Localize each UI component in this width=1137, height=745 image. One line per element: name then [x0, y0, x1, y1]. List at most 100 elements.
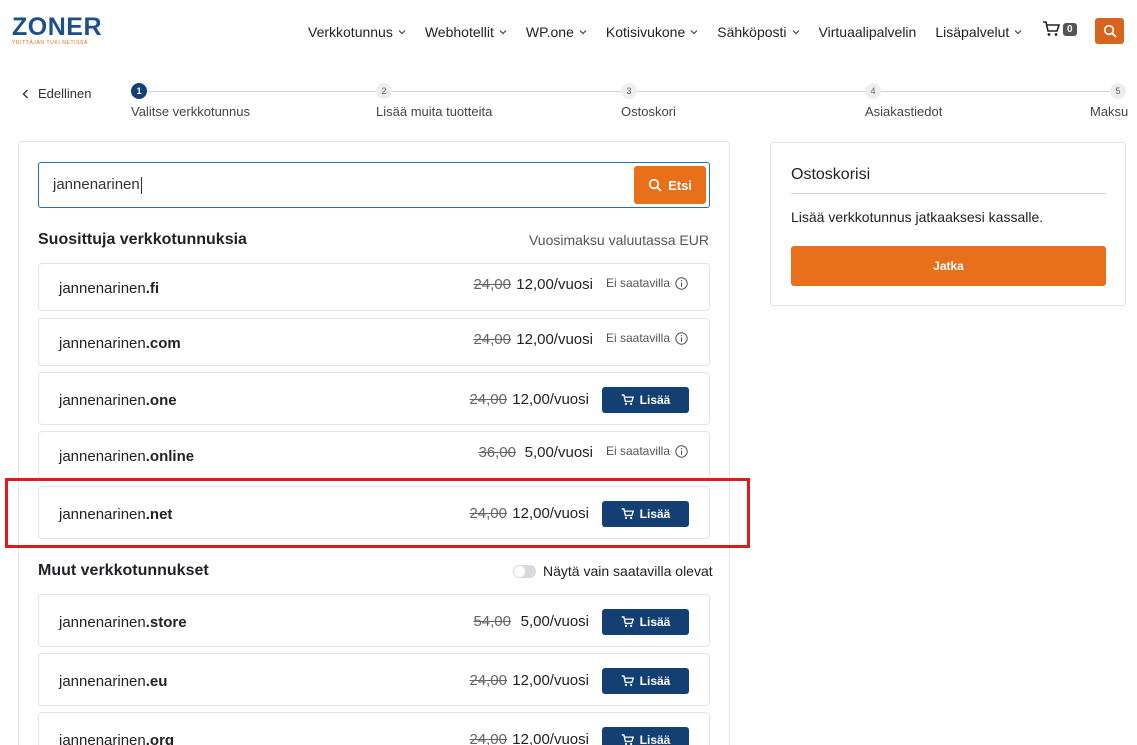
domain-row: jannenarinen.org 24,00 12,00/vuosi Lisää — [38, 712, 710, 745]
nav-item-virtuaalipalvelin[interactable]: Virtuaalipalvelin — [819, 24, 917, 40]
nav-item-s-hk-posti[interactable]: Sähköposti — [717, 24, 799, 40]
add-button-label: Lisää — [639, 615, 671, 629]
nav-item-label: Kotisivukone — [605, 24, 686, 40]
chevron-down-icon — [1014, 30, 1022, 35]
info-icon[interactable] — [675, 444, 688, 458]
domain-row: jannenarinen.one 24,00 12,00/vuosi Lisää — [38, 372, 710, 425]
domain-name: jannenarinen.one — [59, 392, 177, 409]
step-3-indicator: 3 — [621, 83, 637, 99]
domain-base: jannenarinen — [59, 732, 146, 745]
nav-item-wp-one[interactable]: WP.one — [526, 24, 587, 40]
other-section-title: Muut verkkotunnukset — [38, 562, 209, 579]
domain-base: jannenarinen — [59, 614, 146, 631]
chevron-down-icon — [398, 30, 406, 35]
unavailable-status: Ei saatavilla — [606, 444, 688, 458]
domain-base: jannenarinen — [59, 392, 146, 409]
step-connector — [147, 91, 376, 92]
back-label: Edellinen — [38, 86, 92, 101]
nav-item-label: Sähköposti — [717, 24, 787, 40]
chevron-down-icon — [690, 30, 698, 35]
cart-icon — [621, 675, 634, 687]
nav-item-lis-palvelut[interactable]: Lisäpalvelut — [935, 24, 1022, 40]
discount-price: 12,00/vuosi — [512, 391, 589, 408]
nav-item-kotisivukone[interactable]: Kotisivukone — [606, 24, 698, 40]
search-input[interactable]: jannenarinen — [53, 176, 142, 194]
add-to-cart-button[interactable]: Lisää — [602, 609, 689, 635]
domain-search-field[interactable]: jannenarinen Etsi — [38, 162, 710, 208]
status-label: Ei saatavilla — [605, 276, 670, 290]
search-button[interactable]: Etsi — [634, 166, 706, 204]
discount-price: 5,00/vuosi — [524, 444, 593, 461]
nav-item-label: WP.one — [525, 24, 574, 40]
domain-base: jannenarinen — [59, 448, 146, 465]
continue-button[interactable]: Jatka — [791, 246, 1106, 286]
chevron-down-icon — [579, 30, 587, 35]
status-label: Ei saatavilla — [605, 331, 670, 345]
domain-name: jannenarinen.eu — [59, 673, 167, 690]
original-price: 24,00 — [469, 672, 507, 689]
add-to-cart-button[interactable]: Lisää — [602, 668, 689, 694]
site-header: ZONER YRITTÄJÄN TUKI NETISSÄ Verkkotunnu… — [0, 0, 1137, 62]
cart-icon — [1043, 21, 1060, 36]
cart-divider — [791, 193, 1106, 194]
cart-count-badge: 0 — [1063, 22, 1077, 36]
info-icon[interactable] — [675, 276, 688, 290]
step-3-label: Ostoskori — [621, 104, 676, 119]
original-price: 36,00 — [478, 444, 516, 461]
search-icon — [648, 178, 662, 192]
unavailable-status: Ei saatavilla — [606, 276, 688, 290]
step-2-indicator: 2 — [376, 83, 392, 99]
domain-tld: .online — [145, 448, 195, 465]
domain-tld: .com — [145, 335, 181, 352]
original-price: 54,00 — [473, 613, 511, 630]
toggle-label: Näytä vain saatavilla olevat — [543, 563, 713, 579]
domain-row: jannenarinen.com 24,00 12,00/vuosi Ei saata… — [38, 318, 710, 366]
step-connector — [392, 91, 621, 92]
suggested-section-title: Suosittuja verkkotunnuksia — [38, 231, 247, 248]
cart-title: Ostoskorisi — [791, 166, 871, 183]
search-icon — [1103, 24, 1117, 38]
original-price: 24,00 — [473, 331, 511, 348]
cart-icon — [621, 734, 634, 745]
original-price: 24,00 — [469, 391, 507, 408]
available-only-toggle[interactable]: Näytä vain saatavilla olevat — [513, 563, 713, 579]
highlight-box — [5, 478, 750, 548]
domain-base: jannenarinen — [59, 673, 146, 690]
step-1-indicator: 1 — [131, 83, 147, 99]
logo-text: ZONER — [12, 13, 102, 41]
chevron-down-icon — [499, 30, 507, 35]
add-to-cart-button[interactable]: Lisää — [602, 727, 689, 745]
discount-price: 12,00/vuosi — [516, 331, 593, 348]
zoner-logo[interactable]: ZONER YRITTÄJÄN TUKI NETISSÄ — [12, 14, 102, 46]
add-to-cart-button[interactable]: Lisää — [602, 387, 689, 413]
domain-name: jannenarinen.org — [59, 732, 174, 745]
search-button-label: Etsi — [668, 177, 692, 193]
step-2-label: Lisää muita tuotteita — [376, 104, 493, 119]
toggle-switch[interactable] — [513, 564, 536, 578]
domain-tld: .fi — [145, 280, 160, 297]
nav-item-label: Webhotellit — [424, 24, 494, 40]
currency-note: Vuosimaksu valuutassa EUR — [528, 232, 709, 248]
step-1-label: Valitse verkkotunnus — [131, 104, 250, 119]
domain-name: jannenarinen.fi — [59, 280, 159, 297]
domain-name: jannenarinen.online — [59, 448, 194, 465]
nav-item-webhotellit[interactable]: Webhotellit — [425, 24, 507, 40]
step-connector — [637, 91, 865, 92]
text-caret — [140, 176, 142, 194]
nav-item-verkkotunnus[interactable]: Verkkotunnus — [308, 24, 406, 40]
nav-item-label: Verkkotunnus — [308, 24, 393, 40]
back-link[interactable]: Edellinen — [22, 86, 92, 101]
step-connector — [881, 91, 1110, 92]
domain-name: jannenarinen.com — [59, 335, 181, 352]
nav-item-label: Lisäpalvelut — [935, 24, 1010, 40]
header-search-button[interactable] — [1095, 18, 1124, 44]
domain-base: jannenarinen — [59, 335, 146, 352]
status-label: Ei saatavilla — [605, 444, 670, 458]
info-icon[interactable] — [675, 331, 688, 345]
domain-name: jannenarinen.store — [59, 614, 187, 631]
cart-icon — [621, 394, 634, 406]
domain-row: jannenarinen.fi 24,00 12,00/vuosi Ei saatav… — [38, 263, 710, 311]
domain-tld: .eu — [145, 673, 168, 690]
cart-button[interactable]: 0 — [1042, 21, 1077, 37]
nav-item-label: Virtuaalipalvelin — [818, 24, 917, 40]
